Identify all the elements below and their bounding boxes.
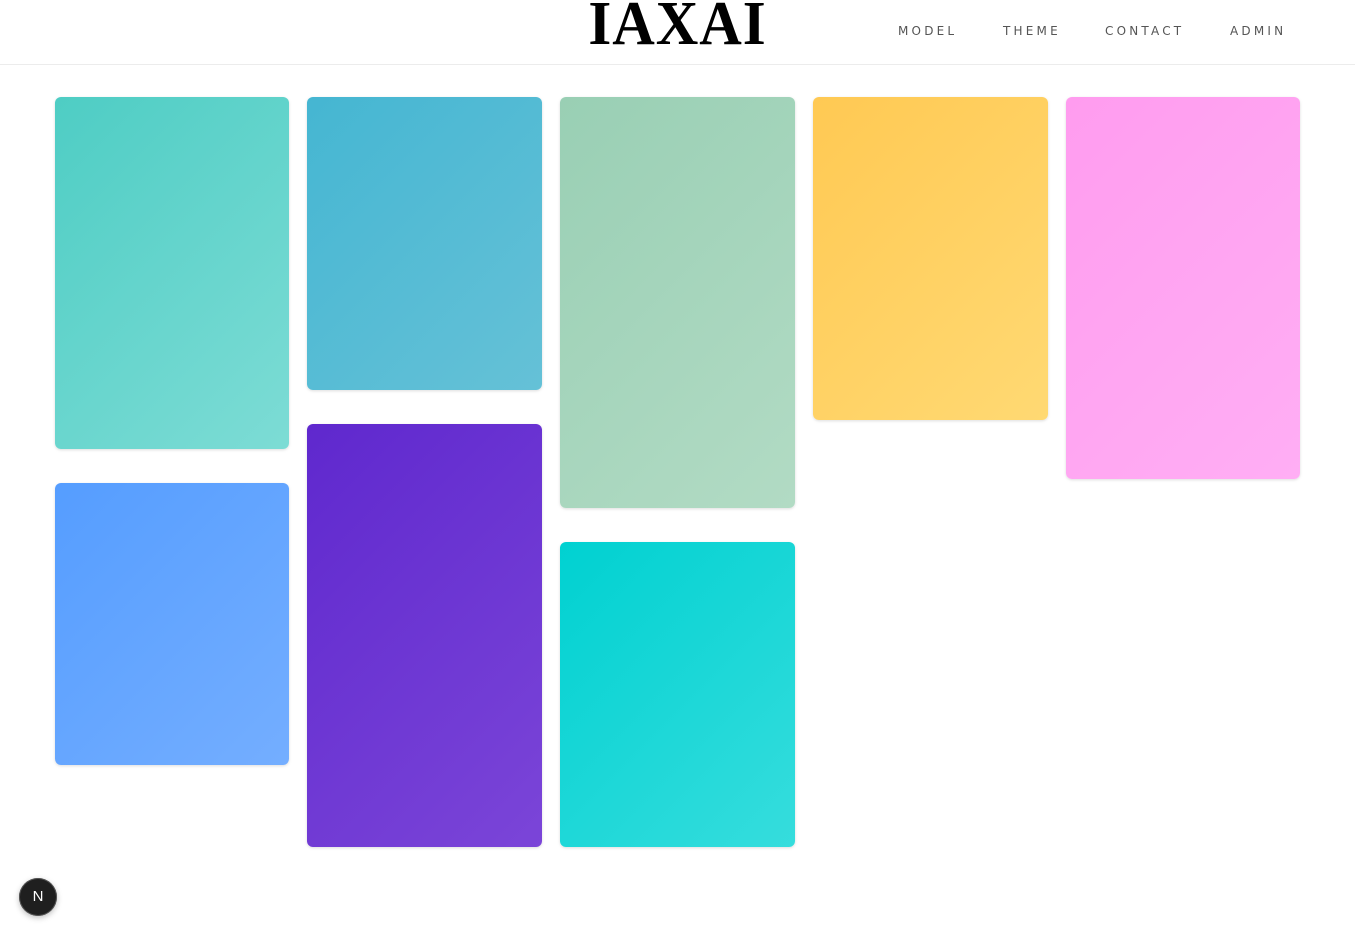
gallery-card[interactable] <box>813 97 1048 420</box>
gallery-card[interactable] <box>307 97 542 390</box>
nav-contact[interactable]: CONTACT <box>1105 24 1184 38</box>
gallery-card[interactable] <box>307 424 542 847</box>
gallery-card[interactable] <box>560 542 795 847</box>
gallery-card[interactable] <box>1066 97 1300 479</box>
nav-theme[interactable]: THEME <box>1003 24 1061 38</box>
gallery-card[interactable] <box>55 483 289 765</box>
gallery-card[interactable] <box>560 97 795 508</box>
dev-tools-badge[interactable]: N <box>19 878 57 916</box>
nav-admin[interactable]: ADMIN <box>1230 24 1286 38</box>
header: IAXAI MODEL THEME CONTACT ADMIN <box>0 0 1355 65</box>
nav-model[interactable]: MODEL <box>898 24 957 38</box>
gallery-card[interactable] <box>55 97 289 449</box>
